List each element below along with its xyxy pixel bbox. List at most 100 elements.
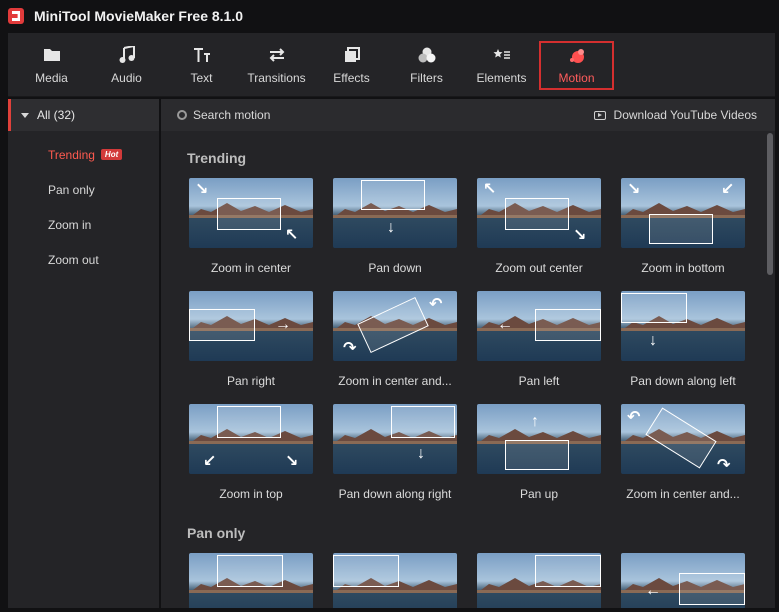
motion-card-label: Zoom in center bbox=[210, 261, 292, 275]
motion-arrow-icon: ← bbox=[645, 582, 661, 599]
title-bar: MiniTool MovieMaker Free 8.1.0 bbox=[0, 0, 779, 32]
motion-card[interactable]: → Pan right bbox=[189, 291, 314, 388]
motion-card[interactable]: ↶ ↷ Zoom in center and... bbox=[621, 404, 746, 501]
motion-arrow-icon: ↓ bbox=[649, 332, 657, 349]
toolbar-elements-label: Elements bbox=[476, 70, 527, 85]
motion-thumbnail: ↖ ↘ bbox=[477, 178, 601, 248]
toolbar-motion[interactable]: Motion bbox=[539, 41, 614, 90]
motion-card[interactable]: ↙ ↘ Zoom in top bbox=[189, 404, 314, 501]
motion-frame-box bbox=[361, 180, 425, 210]
toolbar-audio-label: Audio bbox=[111, 70, 142, 85]
category-trending[interactable]: Trending Hot bbox=[8, 137, 159, 172]
motion-dots-icon bbox=[567, 46, 587, 66]
motion-frame-box bbox=[357, 296, 429, 354]
motion-card-label: Zoom in center and... bbox=[338, 374, 452, 388]
toolbar-filters[interactable]: Filters bbox=[389, 33, 464, 96]
section-title-pan-only: Pan only bbox=[187, 525, 246, 541]
motion-card[interactable] bbox=[477, 553, 602, 608]
category-pan-only[interactable]: Pan only bbox=[8, 172, 159, 207]
motion-card-label: Pan down along left bbox=[630, 374, 736, 388]
category-sidebar: All (32) Trending Hot Pan only Zoom in Z… bbox=[8, 99, 159, 608]
toolbar-text-label: Text bbox=[190, 70, 213, 85]
motion-thumbnail: ↓ bbox=[333, 178, 457, 248]
main-toolbar: Media Audio Text Transitions Effects Fil… bbox=[8, 33, 775, 97]
motion-frame-box bbox=[645, 407, 717, 469]
motion-arrow-icon: ↙ bbox=[721, 181, 735, 198]
toolbar-transitions[interactable]: Transitions bbox=[239, 33, 314, 96]
motion-frame-box bbox=[189, 309, 255, 341]
motion-arrow-icon: ↘ bbox=[573, 227, 587, 244]
motion-frame-box bbox=[391, 406, 455, 438]
youtube-icon bbox=[593, 110, 606, 120]
motion-thumbnail: ↶ ↷ bbox=[333, 291, 457, 361]
search-input[interactable]: Search motion bbox=[177, 108, 270, 122]
motion-arrow-icon: ↓ bbox=[387, 219, 395, 236]
motion-card[interactable]: ← Pan left bbox=[477, 291, 602, 388]
category-zoom-in[interactable]: Zoom in bbox=[8, 207, 159, 242]
motion-card[interactable]: ↓ Pan down bbox=[333, 178, 458, 275]
motion-thumbnail: ↘ ↖ bbox=[189, 178, 313, 248]
search-placeholder: Search motion bbox=[193, 108, 271, 122]
section-title-trending: Trending bbox=[187, 150, 247, 166]
motion-arrow-icon: ↖ bbox=[483, 181, 497, 198]
folder-icon bbox=[42, 45, 62, 65]
scrollbar-thumb[interactable] bbox=[767, 133, 773, 275]
motion-library: Search motion Download YouTube Videos Tr… bbox=[161, 99, 775, 608]
toolbar-transitions-label: Transitions bbox=[247, 70, 306, 85]
motion-arrow-icon: ↷ bbox=[343, 340, 357, 357]
motion-arrow-icon: ← bbox=[497, 316, 513, 333]
motion-card[interactable] bbox=[189, 553, 314, 608]
motion-card-label: Pan up bbox=[519, 487, 559, 501]
motion-frame-box bbox=[621, 293, 687, 323]
toolbar-motion-label: Motion bbox=[558, 71, 595, 85]
hot-badge: Hot bbox=[100, 149, 123, 160]
motion-card[interactable]: ↘ ↙ Zoom in bottom bbox=[621, 178, 746, 275]
motion-card[interactable]: ↑ Pan up bbox=[477, 404, 602, 501]
motion-thumbnail: ↓ bbox=[621, 291, 745, 361]
motion-arrow-icon: ↷ bbox=[717, 457, 731, 474]
motion-card[interactable]: ↘ ↖ Zoom in center bbox=[189, 178, 314, 275]
motion-thumbnail: ↓ bbox=[333, 404, 457, 474]
search-bar: Search motion Download YouTube Videos bbox=[161, 99, 775, 131]
motion-thumbnail: ↙ ↘ bbox=[189, 404, 313, 474]
toolbar-effects[interactable]: Effects bbox=[314, 33, 389, 96]
motion-card[interactable]: ↖ ↘ Zoom out center bbox=[477, 178, 602, 275]
toolbar-media[interactable]: Media bbox=[14, 33, 89, 96]
motion-frame-box bbox=[679, 573, 745, 605]
category-all-label: All (32) bbox=[37, 108, 76, 122]
toolbar-text[interactable]: Text bbox=[164, 33, 239, 96]
motion-thumbnail bbox=[189, 553, 313, 608]
category-all[interactable]: All (32) bbox=[8, 99, 159, 131]
window-title: MiniTool MovieMaker Free 8.1.0 bbox=[34, 8, 244, 24]
motion-arrow-icon: ↙ bbox=[203, 453, 217, 470]
motion-card[interactable]: ← bbox=[621, 553, 746, 608]
category-zoom-out[interactable]: Zoom out bbox=[8, 242, 159, 277]
motion-card[interactable] bbox=[333, 553, 458, 608]
toolbar-elements[interactable]: Elements bbox=[464, 33, 539, 96]
toolbar-effects-label: Effects bbox=[333, 70, 370, 85]
swap-arrows-icon bbox=[267, 45, 287, 65]
motion-frame-box bbox=[217, 406, 281, 438]
music-note-icon bbox=[117, 45, 137, 65]
motion-frame-box bbox=[217, 198, 281, 230]
toolbar-audio[interactable]: Audio bbox=[89, 33, 164, 96]
download-youtube-button[interactable]: Download YouTube Videos bbox=[593, 108, 757, 122]
motion-arrow-icon: ↶ bbox=[627, 409, 641, 426]
motion-frame-box bbox=[505, 198, 569, 230]
motion-card[interactable]: ↶ ↷ Zoom in center and... bbox=[333, 291, 458, 388]
motion-card-label: Pan left bbox=[518, 374, 560, 388]
motion-frame-box bbox=[535, 309, 601, 341]
motion-card[interactable]: ↓ Pan down along right bbox=[333, 404, 458, 501]
motion-card[interactable]: ↓ Pan down along left bbox=[621, 291, 746, 388]
motion-frame-box bbox=[217, 555, 283, 587]
motion-frame-box bbox=[333, 555, 399, 587]
toolbar-filters-label: Filters bbox=[410, 70, 443, 85]
motion-frame-box bbox=[505, 440, 569, 470]
motion-arrow-icon: ↶ bbox=[429, 296, 443, 313]
text-icon bbox=[192, 45, 212, 65]
motion-arrow-icon: ↘ bbox=[285, 453, 299, 470]
layers-icon bbox=[342, 45, 362, 65]
category-trending-label: Trending bbox=[48, 147, 95, 162]
motion-arrow-icon: ↘ bbox=[195, 181, 209, 198]
download-youtube-label: Download YouTube Videos bbox=[613, 108, 757, 122]
